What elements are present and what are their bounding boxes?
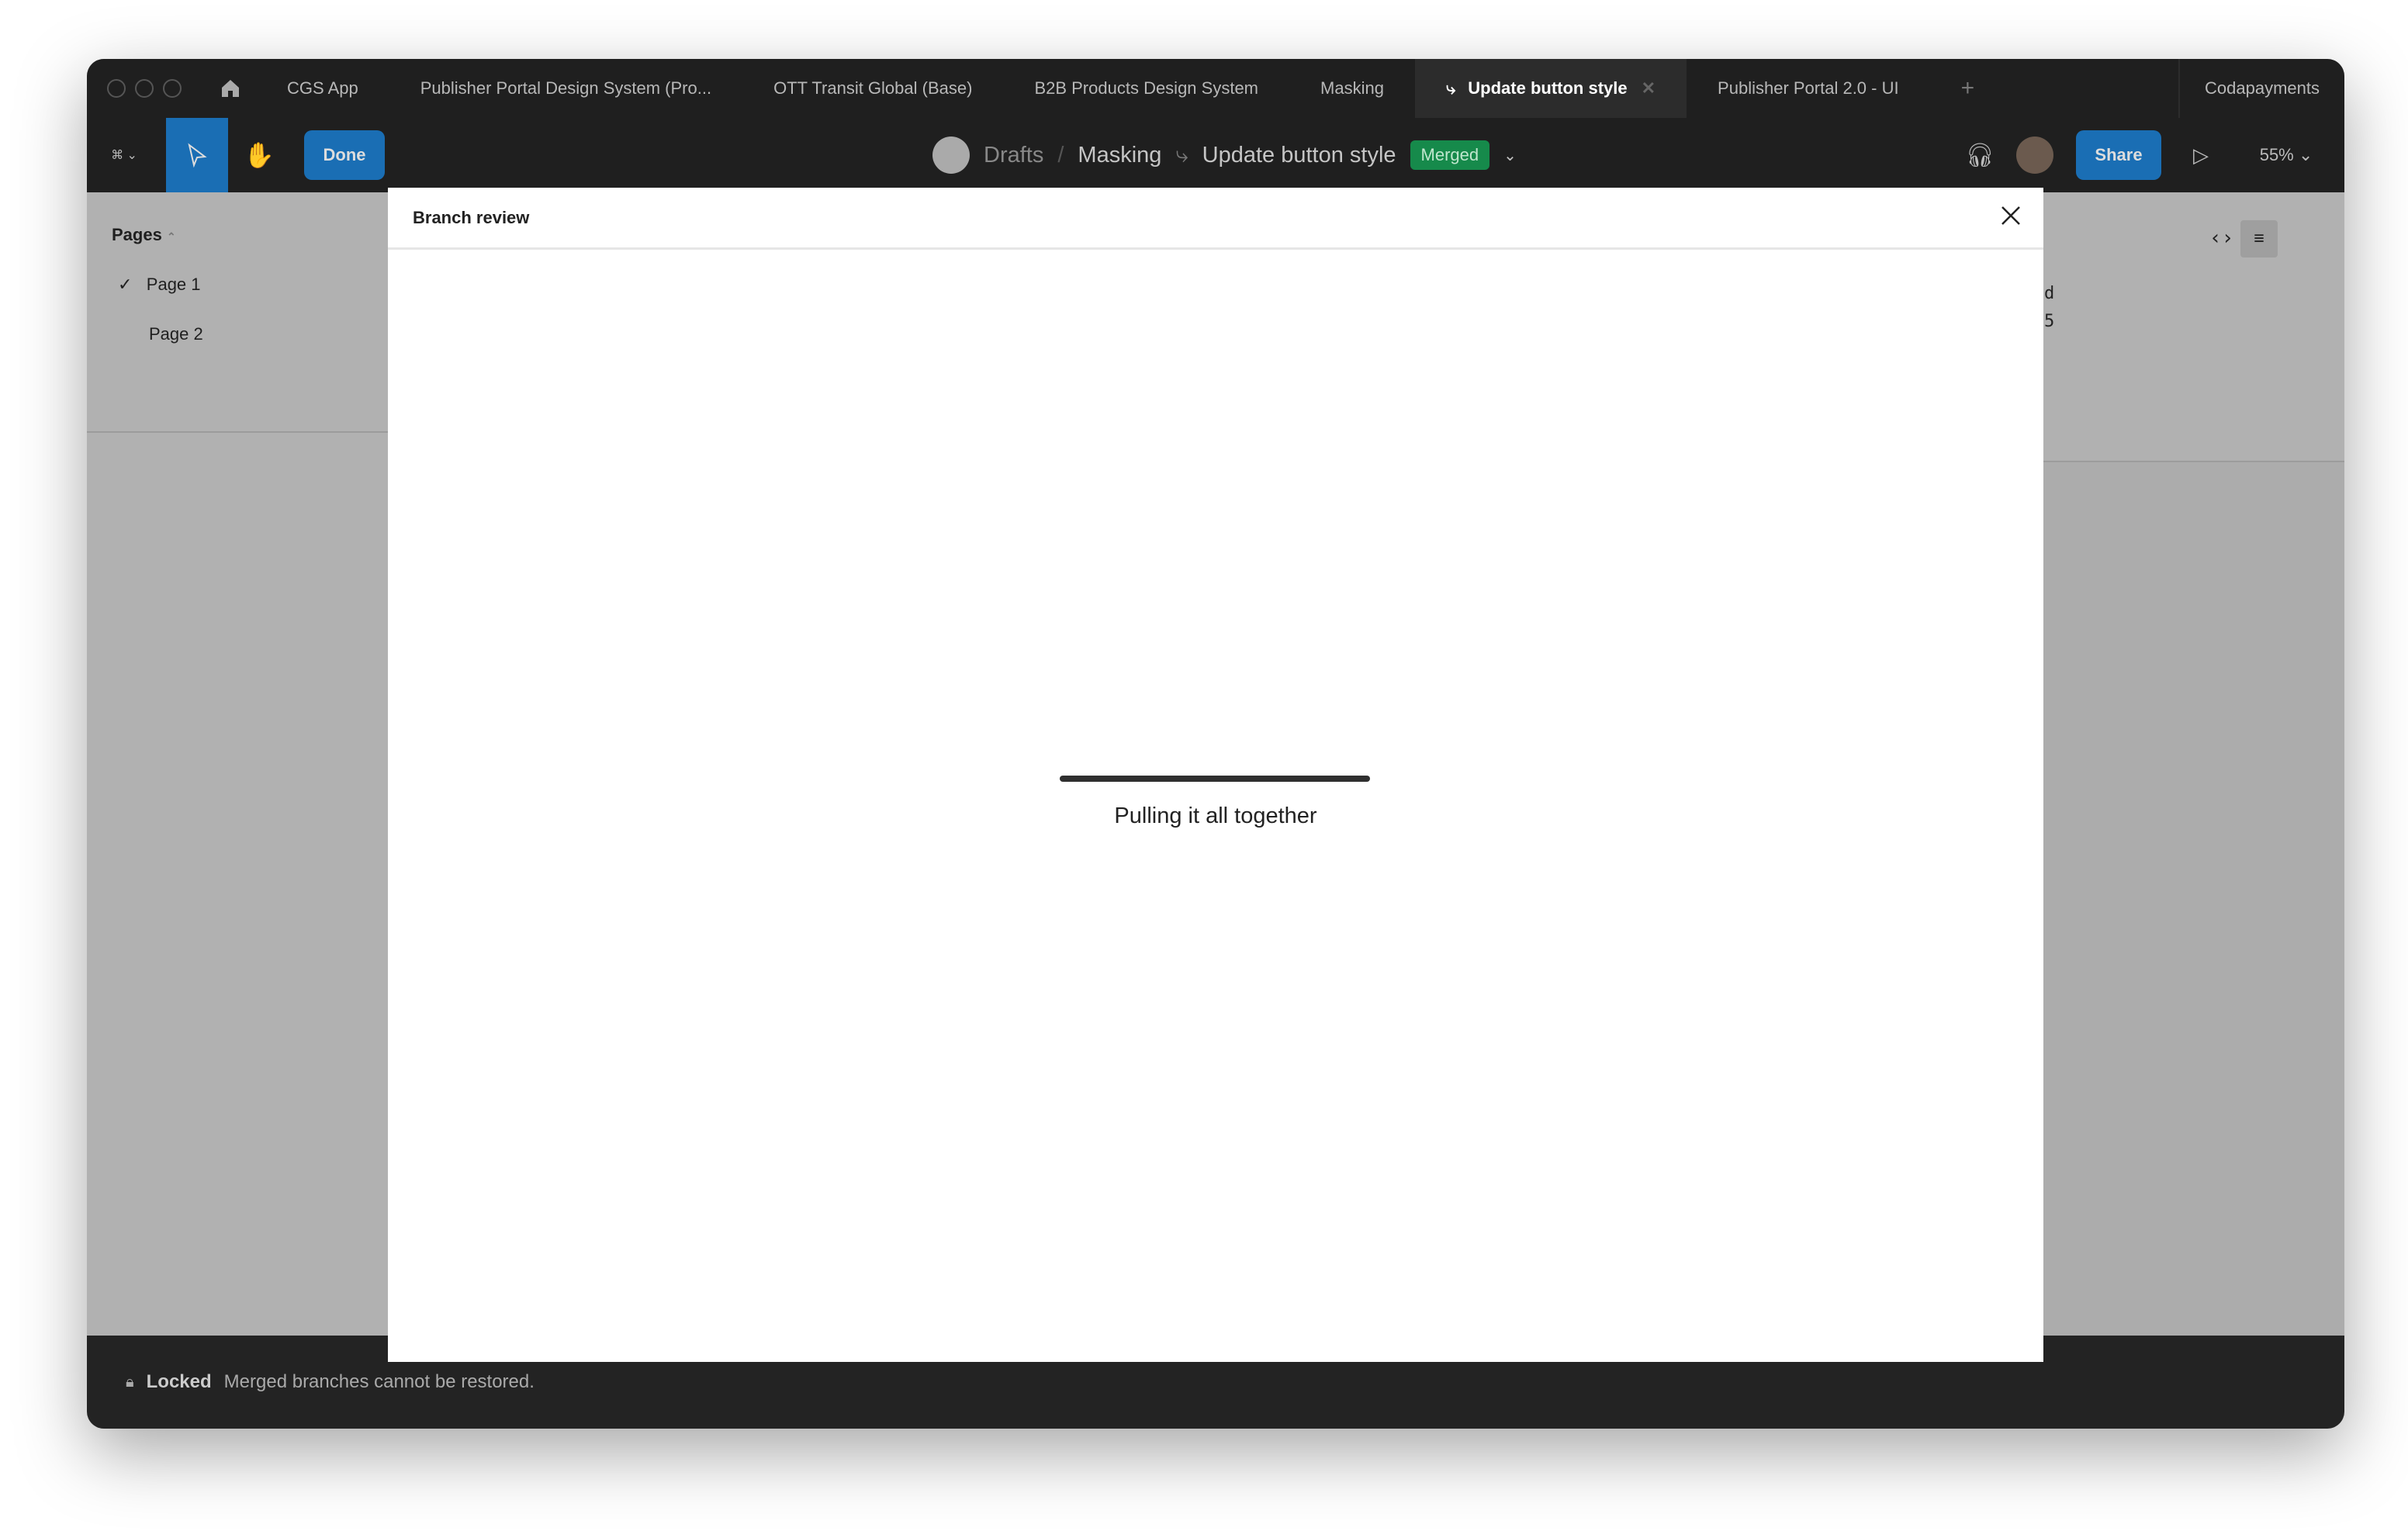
list-icon[interactable]: ≡: [2240, 220, 2278, 257]
branch-icon: ⤷: [1175, 142, 1188, 168]
home-icon[interactable]: [205, 59, 256, 118]
maximize-window[interactable]: [163, 79, 182, 98]
page-label: Page 1: [146, 275, 201, 294]
present-play-icon[interactable]: ▷: [2181, 118, 2220, 192]
close-window[interactable]: [107, 79, 126, 98]
tab-publisher-portal-ui[interactable]: Publisher Portal 2.0 - UI: [1687, 59, 1930, 118]
move-tool-icon[interactable]: [166, 118, 228, 192]
breadcrumb-file[interactable]: Masking: [1078, 143, 1161, 168]
tab-masking[interactable]: Masking: [1289, 59, 1415, 118]
avatar[interactable]: [2015, 118, 2054, 192]
done-button[interactable]: Done: [304, 130, 385, 180]
loading-message: Pulling it all together: [1114, 804, 1317, 828]
tab-b2b-products[interactable]: B2B Products Design System: [1003, 59, 1289, 118]
tab-cgs-app[interactable]: CGS App: [256, 59, 389, 118]
code-icon[interactable]: ‹›: [2209, 226, 2233, 250]
tab-publisher-portal-ds[interactable]: Publisher Portal Design System (Pro...: [389, 59, 742, 118]
locked-message: Merged branches cannot be restored.: [223, 1371, 535, 1392]
page-item-1[interactable]: ✓ Page 1: [118, 275, 201, 295]
close-tab-icon[interactable]: ✕: [1642, 78, 1656, 98]
lock-icon: 🔒︎: [126, 1373, 134, 1391]
merged-badge: Merged: [1410, 140, 1490, 170]
team-name[interactable]: Codapayments: [2178, 59, 2344, 118]
tab-ott-transit[interactable]: OTT Transit Global (Base): [742, 59, 1003, 118]
zoom-dropdown[interactable]: 55% ⌄: [2251, 118, 2321, 192]
modal-title: Branch review: [413, 207, 530, 227]
loading-progress-bar: [1060, 776, 1370, 782]
share-button[interactable]: Share: [2076, 130, 2161, 180]
page-item-2[interactable]: Page 2: [149, 324, 203, 344]
locked-label: Locked: [146, 1371, 212, 1392]
breadcrumb-drafts[interactable]: Drafts: [984, 143, 1043, 168]
breadcrumb: Drafts / Masking ⤷ Update button style M…: [932, 118, 1517, 192]
pages-panel: Pages ⌃ ✓ Page 1 Page 2: [87, 192, 388, 433]
headphones-icon[interactable]: 🎧︎: [1956, 118, 2003, 192]
progress-fill: [1060, 776, 1370, 782]
branch-icon: ⤷: [1445, 78, 1456, 98]
tab-bar: CGS App Publisher Portal Design System (…: [87, 59, 2344, 118]
branch-review-modal: Branch review Pulling it all together: [388, 188, 2043, 1362]
close-icon[interactable]: [2000, 205, 2022, 231]
breadcrumb-branch[interactable]: Update button style: [1202, 143, 1396, 168]
modal-header: Branch review: [388, 188, 2043, 250]
main-menu-icon[interactable]: ⌘ ⌄: [101, 118, 147, 192]
team-logo-icon: [932, 137, 970, 174]
check-icon: ✓: [118, 275, 133, 294]
pages-title: Pages: [112, 225, 162, 244]
tab-label: Update button style: [1468, 78, 1628, 98]
zoom-value: 55%: [2259, 145, 2294, 164]
tab-update-button-style[interactable]: ⤷ Update button style ✕: [1414, 59, 1687, 118]
window-controls[interactable]: [107, 79, 182, 98]
chevron-down-icon[interactable]: ⌄: [1503, 146, 1517, 165]
minimize-window[interactable]: [135, 79, 154, 98]
toolbar: ⌘ ⌄ ✋ Done Drafts / Masking ⤷ Update but…: [87, 118, 2344, 192]
new-tab-plus-icon[interactable]: +: [1930, 59, 2006, 118]
breadcrumb-separator: /: [1057, 142, 1064, 168]
hand-tool-icon[interactable]: ✋: [228, 118, 290, 192]
inspect-panel: id ⌄ ‹› ≡ round 5E5E5: [2003, 192, 2344, 462]
pages-header[interactable]: Pages ⌃: [112, 225, 176, 245]
